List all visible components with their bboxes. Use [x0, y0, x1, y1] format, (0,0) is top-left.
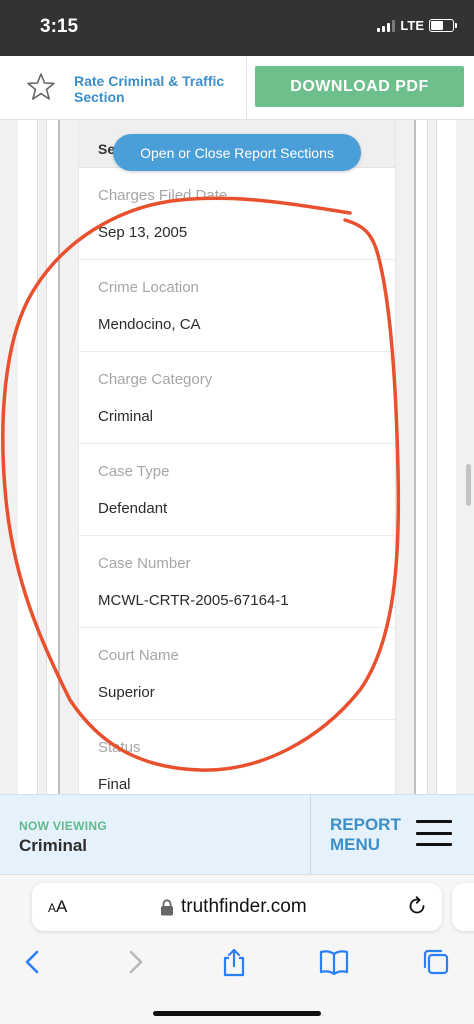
forward-icon[interactable] — [120, 947, 150, 977]
battery-icon — [429, 19, 457, 32]
field-value: Mendocino, CA — [98, 316, 201, 333]
field-label: Case Number — [98, 555, 191, 572]
text-size-label: AA — [48, 897, 68, 916]
page-frame-left-outer — [18, 120, 38, 794]
field-charge-category: Charge Category Criminal — [79, 352, 395, 444]
field-label: Charges Filed Date — [98, 187, 228, 204]
browser-toolbar: AA truthfinder.com — [0, 874, 474, 1024]
field-label: Case Type — [98, 463, 170, 480]
address-bar[interactable]: AA truthfinder.com — [32, 883, 442, 931]
scrollbar-thumb[interactable] — [466, 464, 471, 506]
now-viewing-bar: NOW VIEWING Criminal REPORT MENU — [0, 794, 474, 875]
signal-icon — [377, 19, 396, 32]
page-frame-right-inner — [414, 120, 428, 794]
field-label: Crime Location — [98, 279, 199, 296]
field-value: MCWL-CRTR-2005-67164-1 — [98, 592, 289, 609]
now-viewing-label: NOW VIEWING — [19, 819, 107, 833]
page-frame-right-outer — [436, 120, 456, 794]
toolbar-divider — [246, 56, 247, 120]
report-content[interactable]: Se Charges Filed Date Sep 13, 2005 Crime… — [0, 120, 474, 794]
report-toolbar: Rate Criminal & Traffic Section DOWNLOAD… — [0, 56, 474, 120]
star-outline-icon[interactable] — [26, 72, 56, 102]
field-value: Sep 13, 2005 — [98, 224, 188, 241]
field-case-number: Case Number MCWL-CRTR-2005-67164-1 — [79, 536, 395, 628]
now-viewing-value: Criminal — [19, 836, 88, 855]
text-size-button[interactable]: AA — [48, 897, 67, 917]
field-case-type: Case Type Defendant — [79, 444, 395, 536]
field-charges-filed-date: Charges Filed Date Sep 13, 2005 — [79, 168, 395, 260]
next-tab-peek[interactable] — [452, 883, 474, 931]
tabs-icon[interactable] — [421, 947, 451, 977]
rate-section-link[interactable]: Rate Criminal & Traffic Section — [74, 73, 242, 105]
field-label: Court Name — [98, 647, 179, 664]
hamburger-menu-icon[interactable] — [416, 820, 452, 846]
url-text[interactable]: truthfinder.com — [181, 896, 307, 918]
lock-icon — [161, 899, 173, 916]
network-type: LTE — [400, 18, 424, 33]
field-court-name: Court Name Superior — [79, 628, 395, 720]
field-value: Final — [98, 776, 131, 793]
field-label: Charge Category — [98, 371, 213, 388]
reload-icon[interactable] — [406, 895, 428, 917]
open-close-sections-button[interactable]: Open or Close Report Sections — [113, 134, 361, 171]
field-crime-location: Crime Location Mendocino, CA — [79, 260, 395, 352]
status-indicators: LTE — [377, 18, 457, 33]
battery-level — [431, 21, 443, 30]
bookmarks-icon[interactable] — [319, 947, 349, 977]
record-card: Se Charges Filed Date Sep 13, 2005 Crime… — [78, 120, 396, 794]
home-indicator[interactable] — [153, 1011, 321, 1016]
page-frame-left-inner — [46, 120, 60, 794]
status-time: 3:15 — [40, 16, 79, 37]
back-icon[interactable] — [18, 947, 48, 977]
field-value: Superior — [98, 684, 155, 701]
now-viewing-divider — [310, 795, 311, 875]
report-menu-button[interactable]: REPORT MENU — [330, 815, 406, 855]
field-status: Status Final — [79, 720, 395, 794]
field-value: Criminal — [98, 408, 154, 425]
share-icon[interactable] — [219, 947, 249, 977]
field-value: Defendant — [98, 500, 168, 517]
status-bar: 3:15 LTE — [0, 0, 474, 56]
download-pdf-button[interactable]: DOWNLOAD PDF — [255, 66, 464, 107]
field-label: Status — [98, 739, 141, 756]
